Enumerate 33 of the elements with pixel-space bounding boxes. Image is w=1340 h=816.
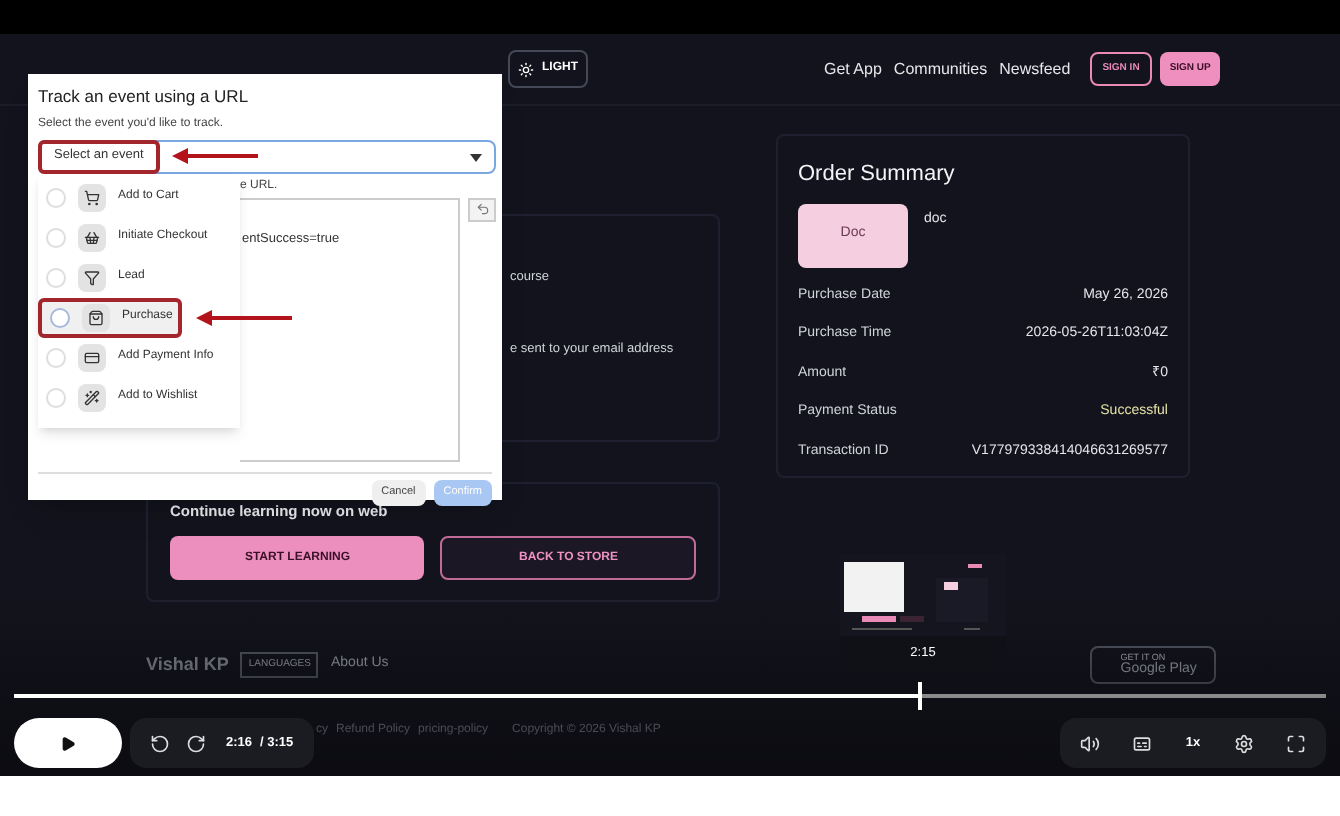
order-summary-title: Order Summary xyxy=(798,160,957,190)
play-button[interactable] xyxy=(14,718,122,768)
nav-link[interactable]: Get App xyxy=(824,57,882,81)
volume-icon[interactable] xyxy=(1080,733,1100,753)
annotation-arrow xyxy=(171,148,258,165)
cart-icon xyxy=(84,189,100,206)
forward-icon[interactable] xyxy=(186,733,206,753)
nav-link[interactable]: Newsfeed xyxy=(999,57,1071,81)
basket-icon xyxy=(84,229,100,246)
bag-icon xyxy=(88,309,104,326)
undo-icon xyxy=(475,202,489,217)
reset-button[interactable] xyxy=(468,197,496,222)
progress-thumb[interactable] xyxy=(917,682,922,710)
captions-icon[interactable] xyxy=(1132,733,1153,753)
annotation-arrow xyxy=(196,309,292,326)
settings-icon[interactable] xyxy=(1233,733,1254,753)
fullscreen-icon[interactable] xyxy=(1285,733,1306,753)
radio-button[interactable] xyxy=(46,227,66,248)
card-icon xyxy=(84,349,100,366)
dropdown-caret-icon xyxy=(470,153,482,162)
footer-brand: Vishal KP xyxy=(146,651,229,678)
radio-button[interactable] xyxy=(46,347,66,368)
rewind-icon[interactable] xyxy=(150,733,170,753)
wand-icon xyxy=(84,389,100,406)
radio-button[interactable] xyxy=(50,307,70,328)
radio-button[interactable] xyxy=(46,387,66,408)
play-icon xyxy=(60,735,76,751)
nav-link[interactable]: Communities xyxy=(893,57,988,81)
sun-icon xyxy=(518,61,534,77)
dialog-title: Track an event using a URL xyxy=(38,84,251,110)
radio-button[interactable] xyxy=(46,187,66,208)
radio-button[interactable] xyxy=(46,267,66,288)
funnel-icon xyxy=(84,269,100,286)
